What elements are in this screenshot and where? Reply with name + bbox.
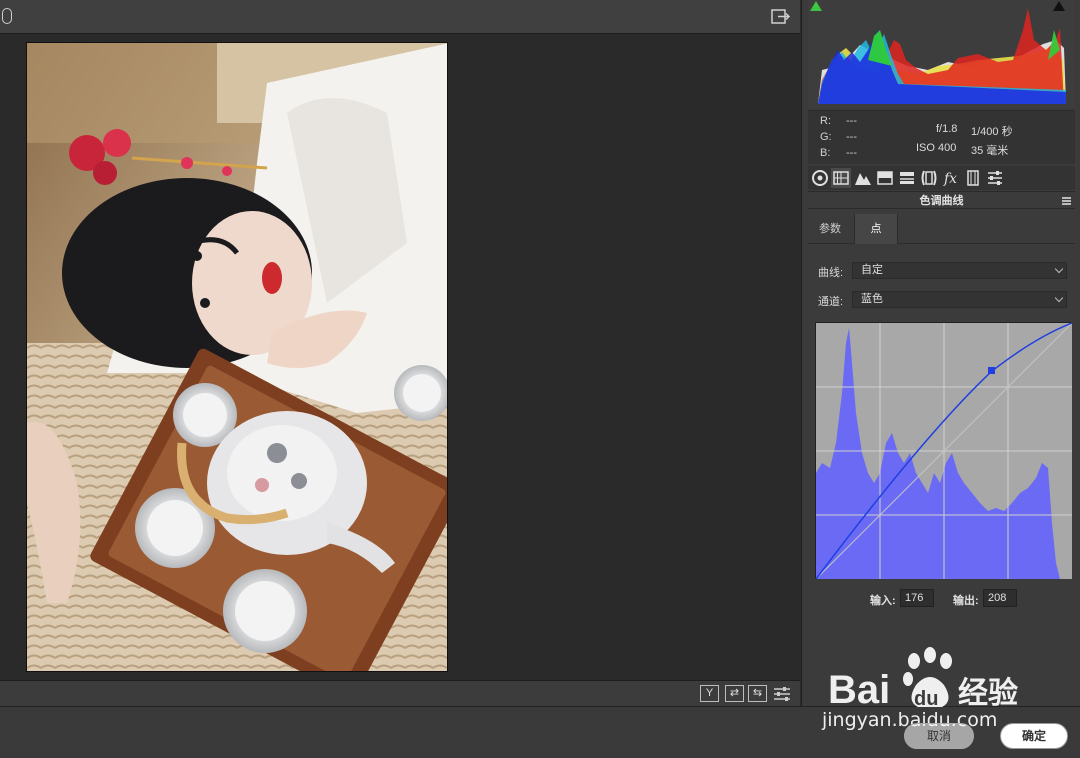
toolbar-oval-icon[interactable] [2, 8, 12, 24]
channel-select[interactable]: 蓝色 [852, 291, 1067, 308]
film-icon[interactable] [963, 168, 983, 188]
input-field[interactable]: 176 [900, 589, 934, 607]
photo-preview [26, 42, 448, 672]
curve-select-value: 自定 [861, 264, 883, 276]
input-label: 输入: [870, 595, 896, 607]
highlight-clipping-warning-icon[interactable] [1052, 0, 1066, 12]
curve-subtabs: 参数 点 [808, 214, 1075, 244]
chevron-down-icon [1054, 293, 1064, 303]
preview-canvas [0, 34, 800, 680]
aperture-icon[interactable] [810, 168, 830, 188]
view-controls-bar: Y ⇄ ⇆ [0, 680, 800, 706]
svg-text:fx: fx [943, 171, 957, 187]
chevron-down-icon [1054, 264, 1064, 274]
r-value: --- [846, 115, 857, 127]
panel-tool-tabs: fx [808, 166, 1075, 190]
svg-text:Bai: Bai [828, 668, 890, 712]
fx-icon[interactable]: fx [941, 168, 961, 188]
copy-settings-button[interactable]: ⇆ [748, 685, 767, 702]
ok-button[interactable]: 确定 [1000, 723, 1068, 749]
section-title: 色调曲线 [808, 191, 1075, 209]
aperture-value: f/1.8 [936, 123, 958, 135]
channel-label: 通道: [818, 296, 844, 308]
toggle-settings-icon[interactable] [772, 685, 792, 702]
camera-raw-window: Y ⇄ ⇆ R: --- G: --- B: --- f/1.8 1/400 秒… [0, 0, 1080, 758]
g-label: G: [820, 131, 832, 143]
before-after-y-button[interactable]: Y [700, 685, 719, 702]
g-value: --- [846, 131, 857, 143]
svg-text:经验: 经验 [958, 676, 1018, 711]
focal-length-value: 35 毫米 [971, 145, 1009, 157]
lens-icon[interactable] [919, 168, 939, 188]
section-title-text: 色调曲线 [919, 195, 964, 207]
r-label: R: [820, 115, 831, 127]
shutter-value: 1/400 秒 [971, 126, 1013, 138]
photo-illustration [27, 43, 447, 671]
split-line-icon[interactable] [897, 168, 917, 188]
tab-point[interactable]: 点 [854, 214, 898, 244]
split-box-icon[interactable] [875, 168, 895, 188]
top-toolbar [0, 0, 800, 34]
tab-parametric[interactable]: 参数 [808, 214, 852, 244]
b-label: B: [820, 147, 831, 159]
output-label: 输出: [953, 595, 979, 607]
shadow-clipping-warning-icon[interactable] [809, 0, 823, 12]
output-field[interactable]: 208 [983, 589, 1017, 607]
histogram [808, 0, 1075, 108]
curve-label: 曲线: [818, 267, 844, 279]
open-image-icon[interactable] [771, 8, 791, 26]
tone-curve-editor[interactable] [815, 322, 1073, 580]
curve-point-handle [988, 367, 995, 374]
iso-value: ISO 400 [916, 142, 957, 154]
b-value: --- [846, 147, 857, 159]
curve-select[interactable]: 自定 [852, 262, 1067, 279]
cancel-button[interactable]: 取消 [904, 723, 974, 749]
mountains-icon[interactable] [853, 168, 873, 188]
panel-menu-icon[interactable] [1062, 197, 1071, 205]
channel-select-value: 蓝色 [861, 293, 883, 305]
grid-icon[interactable] [831, 168, 851, 188]
pixel-info: R: --- G: --- B: --- f/1.8 1/400 秒 ISO 4… [808, 110, 1075, 164]
sliders-icon[interactable] [985, 168, 1005, 188]
swap-before-after-button[interactable]: ⇄ [725, 685, 744, 702]
svg-text:du: du [914, 688, 938, 710]
